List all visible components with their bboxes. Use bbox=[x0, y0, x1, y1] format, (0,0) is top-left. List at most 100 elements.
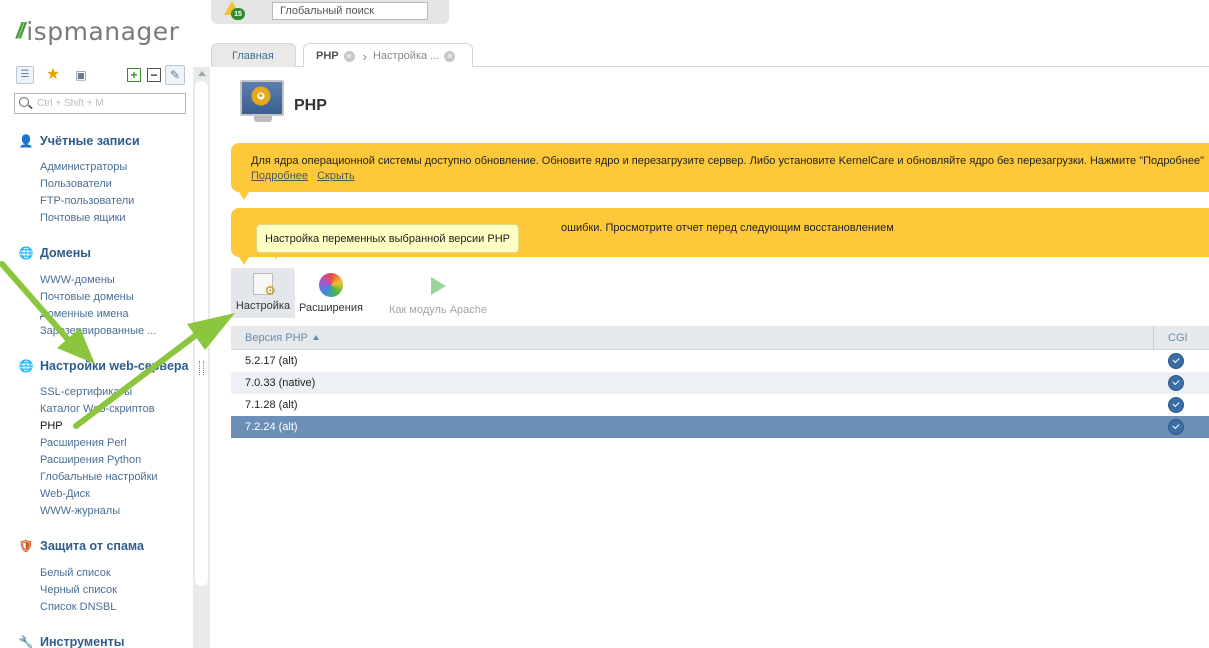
action-label: Настройка bbox=[235, 300, 291, 312]
sidebar-item-python[interactable]: Расширения Python bbox=[40, 454, 141, 466]
web-server-icon: 🌐 bbox=[18, 359, 34, 373]
play-icon bbox=[425, 273, 451, 299]
section-domains[interactable]: 🌐 Домены bbox=[18, 244, 91, 262]
table-row[interactable]: 5.2.17 (alt) bbox=[231, 350, 1209, 372]
logo-slashes: // bbox=[16, 18, 25, 43]
sidebar: // ispmanager ☰ ★ ▣ + − ✎ 👤 Учётные запи… bbox=[0, 0, 193, 648]
global-search-input[interactable] bbox=[272, 2, 428, 20]
sidebar-splitter[interactable] bbox=[193, 67, 210, 648]
favorites-star-icon[interactable]: ★ bbox=[44, 66, 62, 84]
shield-icon: 🛡 bbox=[18, 539, 34, 553]
sidebar-item-mailboxes[interactable]: Почтовые ящики bbox=[40, 212, 126, 224]
sidebar-item-www-domains[interactable]: WWW-домены bbox=[40, 274, 115, 286]
php-version-cell: 7.2.24 (alt) bbox=[245, 421, 298, 433]
briefcase-icon[interactable]: ▣ bbox=[72, 66, 90, 84]
section-title: Настройки web-сервера bbox=[40, 359, 189, 373]
column-label: Версия PHP bbox=[245, 332, 308, 344]
kernel-update-banner: Для ядра операционной системы доступно о… bbox=[231, 143, 1209, 200]
section-web-server[interactable]: 🌐 Настройки web-сервера bbox=[18, 357, 189, 375]
sidebar-item-www-logs[interactable]: WWW-журналы bbox=[40, 505, 120, 517]
tooltip: Настройка переменных выбранной версии PH… bbox=[256, 224, 519, 259]
section-accounts[interactable]: 👤 Учётные записи bbox=[18, 132, 140, 150]
section-title: Защита от спама bbox=[40, 539, 144, 553]
cgi-enabled-icon bbox=[1168, 353, 1184, 369]
settings-icon bbox=[253, 273, 276, 299]
tab-label: Главная bbox=[232, 49, 274, 62]
banner-message: Для ядра операционной системы доступно о… bbox=[251, 155, 1205, 167]
php-page-icon bbox=[240, 80, 286, 124]
sidebar-item-web-scripts[interactable]: Каталог Web-скриптов bbox=[40, 403, 155, 415]
table-row[interactable]: 7.1.28 (alt) bbox=[231, 394, 1209, 416]
sidebar-item-users[interactable]: Пользователи bbox=[40, 178, 112, 190]
section-title: Учётные записи bbox=[40, 134, 140, 148]
sidebar-item-perl[interactable]: Расширения Perl bbox=[40, 437, 127, 449]
splitter-grip-icon[interactable] bbox=[199, 361, 204, 375]
extensions-button[interactable]: Расширения bbox=[299, 268, 363, 318]
banner-message: ошибки. Просмотрите отчет перед следующи… bbox=[561, 222, 894, 234]
sort-asc-icon bbox=[312, 335, 319, 340]
close-tab-icon[interactable]: ✕ bbox=[444, 50, 456, 62]
tab-php[interactable]: PHP ✕ › Настройка ... ✕ bbox=[303, 43, 473, 68]
scroll-up-icon[interactable] bbox=[198, 71, 206, 76]
section-title: Домены bbox=[40, 246, 91, 260]
sidebar-item-blacklist[interactable]: Черный список bbox=[40, 584, 117, 596]
extensions-icon bbox=[319, 273, 343, 297]
table-row-selected[interactable]: 7.2.24 (alt) bbox=[231, 416, 1209, 438]
sidebar-item-reserved[interactable]: Зарезервированные ... bbox=[40, 325, 156, 337]
page-title: PHP bbox=[294, 97, 327, 114]
column-header-version[interactable]: Версия PHP bbox=[245, 332, 319, 344]
sidebar-search bbox=[14, 93, 186, 114]
close-tab-icon[interactable]: ✕ bbox=[343, 50, 355, 62]
notification-count-badge: 15 bbox=[231, 8, 245, 20]
cgi-enabled-icon bbox=[1168, 419, 1184, 435]
banner-hide-link[interactable]: Скрыть bbox=[317, 170, 355, 182]
banner-pointer bbox=[239, 192, 249, 200]
column-header-cgi[interactable]: CGI bbox=[1168, 332, 1188, 344]
php-version-cell: 7.1.28 (alt) bbox=[245, 399, 298, 411]
notifications-icon[interactable]: 15 bbox=[223, 0, 245, 20]
sidebar-item-domain-names[interactable]: Доменные имена bbox=[40, 308, 129, 320]
tab-bar: Главная PHP ✕ › Настройка ... ✕ bbox=[211, 43, 1209, 68]
sidebar-item-ftp-users[interactable]: FTP-пользователи bbox=[40, 195, 134, 207]
globe-icon: 🌐 bbox=[18, 246, 34, 260]
sidebar-scrollbar[interactable] bbox=[195, 81, 208, 586]
cgi-enabled-icon bbox=[1168, 375, 1184, 391]
logo-text: ispmanager bbox=[26, 16, 180, 46]
sidebar-item-dnsbl[interactable]: Список DNSBL bbox=[40, 601, 116, 613]
settings-button[interactable]: Настройка bbox=[231, 268, 295, 318]
sidebar-item-mail-domains[interactable]: Почтовые домены bbox=[40, 291, 134, 303]
menu-tree-icon[interactable]: ☰ bbox=[16, 66, 34, 84]
table-header: Версия PHP CGI bbox=[231, 326, 1209, 350]
sidebar-toolbar: ☰ ★ ▣ + − ✎ bbox=[16, 65, 186, 85]
banner-pointer bbox=[239, 257, 249, 265]
tools-icon: 🔧 bbox=[18, 635, 34, 648]
table-row[interactable]: 7.0.33 (native) bbox=[231, 372, 1209, 394]
top-bar: 15 bbox=[211, 0, 449, 24]
search-icon bbox=[19, 97, 29, 107]
expand-all-icon[interactable]: + bbox=[127, 68, 141, 82]
action-label: Расширения bbox=[299, 302, 363, 314]
users-icon: 👤 bbox=[18, 134, 34, 148]
tab-settings-label[interactable]: Настройка ... bbox=[373, 50, 439, 62]
pin-icon[interactable]: ✎ bbox=[165, 65, 185, 85]
collapse-all-icon[interactable]: − bbox=[147, 68, 161, 82]
sidebar-item-web-disk[interactable]: Web-Диск bbox=[40, 488, 90, 500]
sidebar-item-global-settings[interactable]: Глобальные настройки bbox=[40, 471, 158, 483]
sidebar-item-php[interactable]: PHP bbox=[40, 420, 63, 432]
apache-module-button[interactable]: Как модуль Apache bbox=[387, 268, 489, 318]
tab-home[interactable]: Главная bbox=[211, 43, 296, 67]
php-version-cell: 5.2.17 (alt) bbox=[245, 355, 298, 367]
sidebar-item-whitelist[interactable]: Белый список bbox=[40, 567, 111, 579]
sidebar-search-input[interactable] bbox=[37, 96, 182, 111]
banner-details-link[interactable]: Подробнее bbox=[251, 170, 308, 182]
cgi-enabled-icon bbox=[1168, 397, 1184, 413]
chevron-right-icon: › bbox=[362, 48, 367, 64]
section-spam-protection[interactable]: 🛡 Защита от спама bbox=[18, 537, 144, 555]
column-separator[interactable] bbox=[1153, 326, 1154, 350]
sidebar-item-ssl[interactable]: SSL-сертификаты bbox=[40, 386, 132, 398]
ispmanager-logo[interactable]: // ispmanager bbox=[16, 16, 179, 46]
action-label: Как модуль Apache bbox=[388, 304, 488, 316]
sidebar-item-administrators[interactable]: Администраторы bbox=[40, 161, 127, 173]
section-tools[interactable]: 🔧 Инструменты bbox=[18, 633, 125, 648]
section-title: Инструменты bbox=[40, 635, 125, 648]
